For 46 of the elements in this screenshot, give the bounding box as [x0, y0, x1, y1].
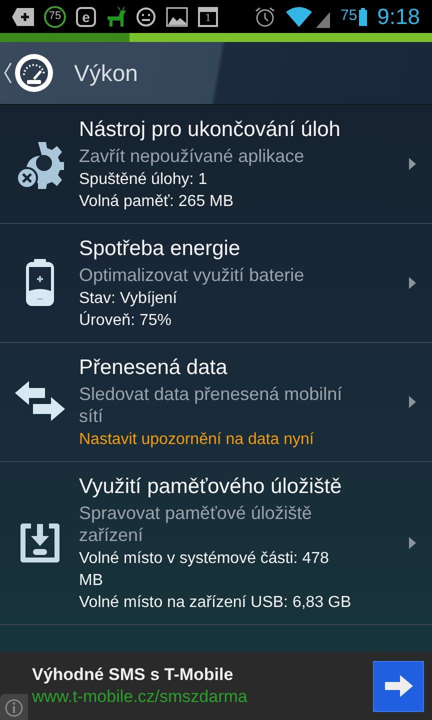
alert-link[interactable]: Nastavit upozornění na data nyní [79, 429, 355, 451]
chevron-left-icon [4, 62, 12, 84]
wifi-signal-icon [286, 6, 330, 28]
chevron-right-icon [409, 396, 416, 408]
chevron-right-icon [409, 277, 416, 289]
alarm-clock-icon [254, 6, 276, 28]
calendar-icon: 1 [198, 6, 218, 26]
clock-time: 9:18 [377, 3, 420, 31]
screen-title: Výkon [74, 58, 138, 88]
level-badge: 75 [44, 6, 66, 28]
ad-arrow-button[interactable] [373, 660, 424, 712]
item-detail: Volné místo na zařízení USB: 6,83 GB [79, 593, 352, 613]
ad-title: Výhodné SMS s T-Mobile [32, 664, 234, 686]
plus-tag-icon [12, 8, 34, 26]
item-detail: Úroveň: 75% [79, 310, 172, 331]
info-icon[interactable] [0, 694, 28, 720]
speedometer-icon [14, 53, 54, 93]
menu-item[interactable]: Přenesená data Sledovat data přenesená mobilní sítí Nastavit upozornění na data nyní [0, 343, 432, 462]
letter-badge: e [76, 6, 96, 26]
menu-item[interactable]: Nástroj pro ukončování úloh Zavřít nepoužívané aplikace Spuštěné úlohy: 1 Volná paměť: 265 MB [0, 105, 432, 224]
download-tray-icon [18, 522, 60, 564]
image-icon [166, 6, 188, 26]
transfer-arrows-icon [14, 381, 64, 423]
item-title: Přenesená data [79, 355, 228, 381]
item-detail: Volné místo v systémové části: 478 MB [79, 549, 330, 591]
item-title: Využití paměťového úložiště [79, 474, 343, 500]
item-title: Spotřeba energie [79, 236, 242, 262]
item-title: Nástroj pro ukončování úloh [79, 117, 342, 143]
ad-link[interactable]: www.t-mobile.cz/smszdarma [32, 686, 373, 708]
item-subtitle: Zavřít nepoužívané aplikace [79, 145, 306, 167]
deer-icon [106, 6, 126, 26]
item-detail: Stav: Vybíjení [79, 289, 178, 309]
face-icon [136, 6, 156, 26]
menu-item[interactable]: Spotřeba energie Optimalizovat využití baterie Stav: Vybíjení Úroveň: 75% [0, 224, 432, 343]
chevron-right-icon [409, 158, 416, 170]
item-subtitle: Optimalizovat využití baterie [79, 264, 306, 286]
battery-percent: 75 [340, 6, 358, 26]
item-subtitle: Spravovat paměťové úložiště zařízení [79, 502, 313, 546]
menu-item[interactable]: Využití paměťového úložiště Spravovat paměťové úložiště zařízení Volné místo v systémové části: 478 MB Volné místo na zařízení USB: 6,83 GB [0, 462, 432, 625]
item-subtitle: Sledovat data přenesená mobilní sítí [79, 383, 344, 427]
item-detail: Volná paměť: 265 MB [79, 192, 235, 212]
battery-icon [24, 259, 54, 307]
item-detail: Spuštěné úlohy: 1 [79, 170, 208, 190]
arrow-right-icon [384, 675, 412, 697]
chevron-right-icon [409, 537, 416, 549]
battery-icon [359, 8, 368, 26]
